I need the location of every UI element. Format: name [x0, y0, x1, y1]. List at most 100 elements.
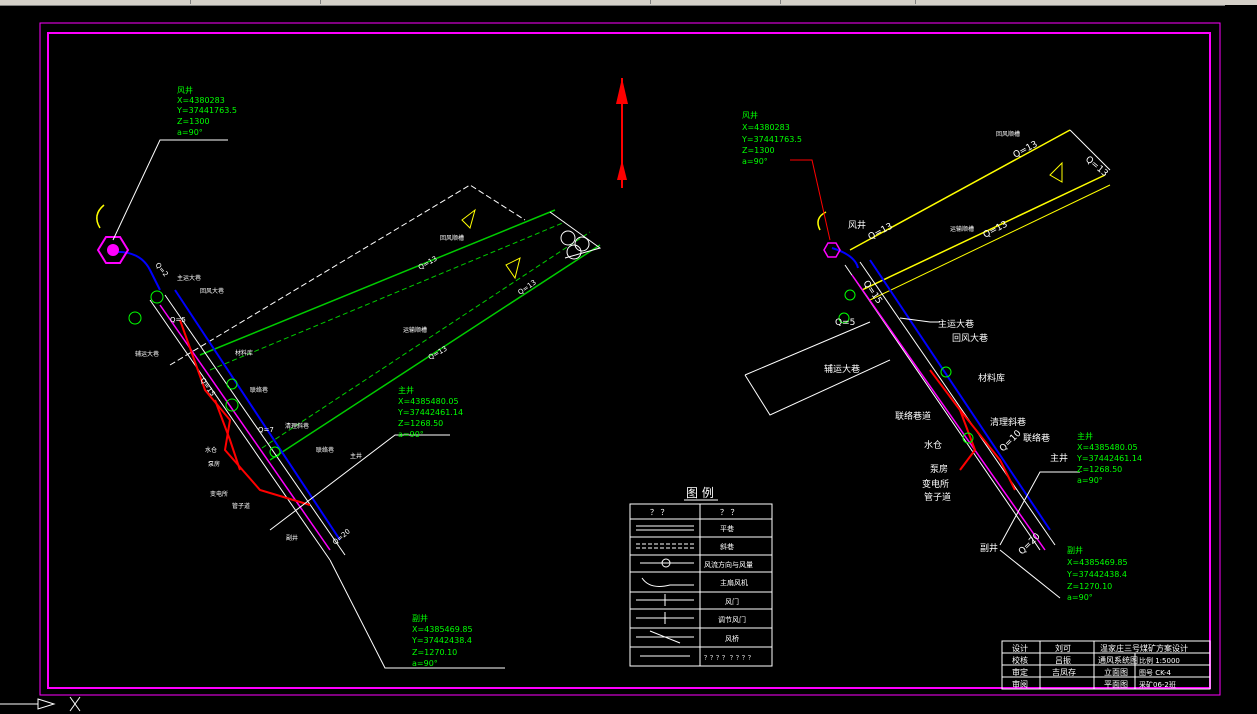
- svg-text:联络巷: 联络巷: [250, 386, 268, 394]
- right-ventilation-plan: [744, 129, 1111, 599]
- svg-text:主运大巷: 主运大巷: [177, 274, 201, 282]
- svg-text:主井: 主井: [350, 452, 362, 460]
- svg-text:回风大巷: 回风大巷: [200, 287, 224, 295]
- right-flow-labels: Q=13 Q=13 Q=13 Q=13 Q=5 Q=15 Q=20 Q=10: [835, 140, 1109, 558]
- right-air-shaft-coords: 风井 X=4380283 Y=37441763.5 Z=1300 a=90°: [741, 110, 802, 166]
- svg-text:吕振: 吕振: [1055, 655, 1071, 665]
- svg-text:副井: 副井: [980, 542, 998, 554]
- svg-text:清理斜巷: 清理斜巷: [285, 422, 309, 430]
- svg-text:a=90°: a=90°: [742, 157, 768, 166]
- svg-text:联络巷: 联络巷: [316, 446, 334, 454]
- svg-text:Y=37442461.14: Y=37442461.14: [1076, 454, 1142, 463]
- svg-text:Y=37442438.4: Y=37442438.4: [411, 636, 472, 645]
- left-main-shaft-coords: 主井 X=4385480.05 Y=37442461.14 Z=1268.50 …: [397, 385, 463, 439]
- svg-text:水仓: 水仓: [205, 446, 217, 454]
- svg-text:调节风门: 调节风门: [718, 615, 746, 624]
- svg-text:泵房: 泵房: [930, 463, 948, 475]
- svg-text:运输顺槽: 运输顺槽: [950, 225, 974, 233]
- svg-text:？？？？ ？？？？: ？？？？ ？？？？: [704, 655, 754, 662]
- right-main-shaft-coords: 主井 X=4385480.05 Y=37442461.14 Z=1268.50 …: [1076, 431, 1142, 485]
- svg-text:a=90°: a=90°: [1067, 593, 1093, 602]
- svg-text:Z=1268.50: Z=1268.50: [1077, 465, 1122, 474]
- svg-text:Z=1300: Z=1300: [742, 146, 775, 155]
- svg-text:管子道: 管子道: [232, 502, 250, 510]
- svg-text:Z=1270.10: Z=1270.10: [1067, 582, 1112, 591]
- svg-text:采矿06-2班: 采矿06-2班: [1139, 680, 1176, 689]
- svg-text:泵房: 泵房: [208, 460, 220, 468]
- svg-text:斜巷: 斜巷: [720, 542, 734, 551]
- svg-text:Q=13: Q=13: [417, 255, 439, 272]
- svg-text:运输顺槽: 运输顺槽: [403, 326, 427, 334]
- svg-text:Q=5: Q=5: [835, 318, 855, 328]
- svg-text:风井: 风井: [177, 85, 193, 95]
- svg-text:Z=1300: Z=1300: [177, 117, 210, 126]
- svg-text:a=90°: a=90°: [412, 659, 438, 668]
- svg-text:Z=1268.50: Z=1268.50: [398, 419, 443, 428]
- svg-text:风井: 风井: [848, 219, 866, 231]
- svg-text:Y=37441763.5: Y=37441763.5: [741, 135, 802, 144]
- left-roadway-labels: 主运大巷 回风大巷 辅运大巷 回风顺槽 运输顺槽 材料库 联络巷 水仓 泵房 变…: [135, 234, 464, 542]
- svg-text:图 例: 图 例: [686, 486, 714, 500]
- svg-text:辅运大巷: 辅运大巷: [824, 363, 860, 375]
- svg-text:刘可: 刘可: [1055, 643, 1071, 653]
- right-aux-shaft-coords: 副井 X=4385469.85 Y=37442438.4 Z=1270.10 a…: [1066, 545, 1128, 602]
- north-arrow-icon: [616, 78, 628, 188]
- svg-text:风门: 风门: [725, 597, 739, 606]
- svg-text:X=4385469.85: X=4385469.85: [412, 625, 473, 634]
- svg-text:X=4385480.05: X=4385480.05: [398, 397, 459, 406]
- svg-text:副井: 副井: [286, 534, 298, 542]
- svg-text:主井: 主井: [398, 385, 414, 395]
- svg-text:风流方向与风量: 风流方向与风量: [704, 560, 753, 569]
- svg-text:？ ？: ？ ？: [650, 508, 669, 517]
- svg-text:平面图: 平面图: [1104, 680, 1128, 689]
- svg-text:通风系统图: 通风系统图: [1098, 655, 1138, 665]
- svg-text:X=4385469.85: X=4385469.85: [1067, 558, 1128, 567]
- svg-text:联络巷: 联络巷: [1023, 432, 1050, 444]
- svg-text:X=4385480.05: X=4385480.05: [1077, 443, 1138, 452]
- svg-text:审定: 审定: [1012, 667, 1028, 677]
- svg-text:变电所: 变电所: [210, 490, 228, 498]
- svg-text:Q=2: Q=2: [153, 261, 169, 278]
- svg-text:校核: 校核: [1012, 655, 1028, 665]
- left-air-shaft-coords: 风井 X=4380283 Y=37441763.5 Z=1300 a=90°: [176, 85, 237, 137]
- svg-text:联络巷道: 联络巷道: [895, 410, 931, 422]
- svg-text:Q=15: Q=15: [198, 377, 216, 398]
- ucs-icon: [0, 696, 81, 712]
- svg-text:Q=13: Q=13: [867, 222, 895, 243]
- svg-text:Y=37442461.14: Y=37442461.14: [397, 408, 463, 417]
- svg-text:主井: 主井: [1077, 431, 1093, 441]
- svg-text:材料库: 材料库: [978, 372, 1005, 384]
- svg-text:a=90°: a=90°: [177, 128, 203, 137]
- cad-drawing-canvas[interactable]: 风井 X=4380283 Y=37441763.5 Z=1300 a=90° 主…: [0, 0, 1257, 714]
- svg-text:Y=37441763.5: Y=37441763.5: [176, 106, 237, 115]
- svg-text:回风顺槽: 回风顺槽: [440, 234, 464, 242]
- svg-text:主扇风机: 主扇风机: [720, 578, 748, 587]
- svg-text:比例 1:5000: 比例 1:5000: [1139, 656, 1180, 665]
- svg-text:水仓: 水仓: [924, 439, 942, 451]
- svg-text:Q=13: Q=13: [427, 345, 449, 362]
- svg-text:Z=1270.10: Z=1270.10: [412, 648, 457, 657]
- svg-text:？ ？: ？ ？: [720, 508, 739, 517]
- svg-text:温家庄三号煤矿方案设计: 温家庄三号煤矿方案设计: [1100, 643, 1188, 653]
- svg-text:图号 CK-4: 图号 CK-4: [1139, 669, 1171, 677]
- left-ventilation-plan: [96, 139, 602, 669]
- svg-text:吉凤存: 吉凤存: [1052, 667, 1076, 677]
- svg-text:a=90°: a=90°: [398, 430, 424, 439]
- svg-text:风井: 风井: [742, 110, 758, 120]
- svg-text:材料库: 材料库: [235, 349, 253, 357]
- vertical-scrollbar[interactable]: [1225, 5, 1257, 665]
- svg-text:平巷: 平巷: [720, 525, 734, 533]
- legend-table: 图 例 ？ ？ ？ ？ 平巷 斜巷 风流方向与风量 主扇风机 风门 调节风门 风…: [629, 486, 773, 667]
- svg-text:Q=13: Q=13: [1083, 155, 1109, 179]
- left-aux-shaft-coords: 副井 X=4385469.85 Y=37442438.4 Z=1270.10 a…: [411, 613, 473, 668]
- svg-text:副井: 副井: [412, 613, 428, 623]
- svg-text:清理斜巷: 清理斜巷: [990, 416, 1026, 428]
- svg-text:Q=10: Q=10: [998, 428, 1024, 454]
- svg-text:管子道: 管子道: [924, 491, 951, 503]
- svg-text:回风大巷: 回风大巷: [952, 332, 988, 344]
- left-flow-labels: Q=13 Q=13 Q=13 Q=5 Q=7 Q=15 Q=20 Q=2: [153, 255, 537, 547]
- svg-text:X=4380283: X=4380283: [742, 123, 790, 132]
- svg-text:回风顺槽: 回风顺槽: [996, 130, 1020, 138]
- title-block: 设计 刘可 校核 吕振 审定 吉凤存 审阅 温家庄三号煤矿方案设计 通风系统图 …: [1001, 640, 1211, 690]
- svg-text:主运大巷: 主运大巷: [938, 318, 974, 330]
